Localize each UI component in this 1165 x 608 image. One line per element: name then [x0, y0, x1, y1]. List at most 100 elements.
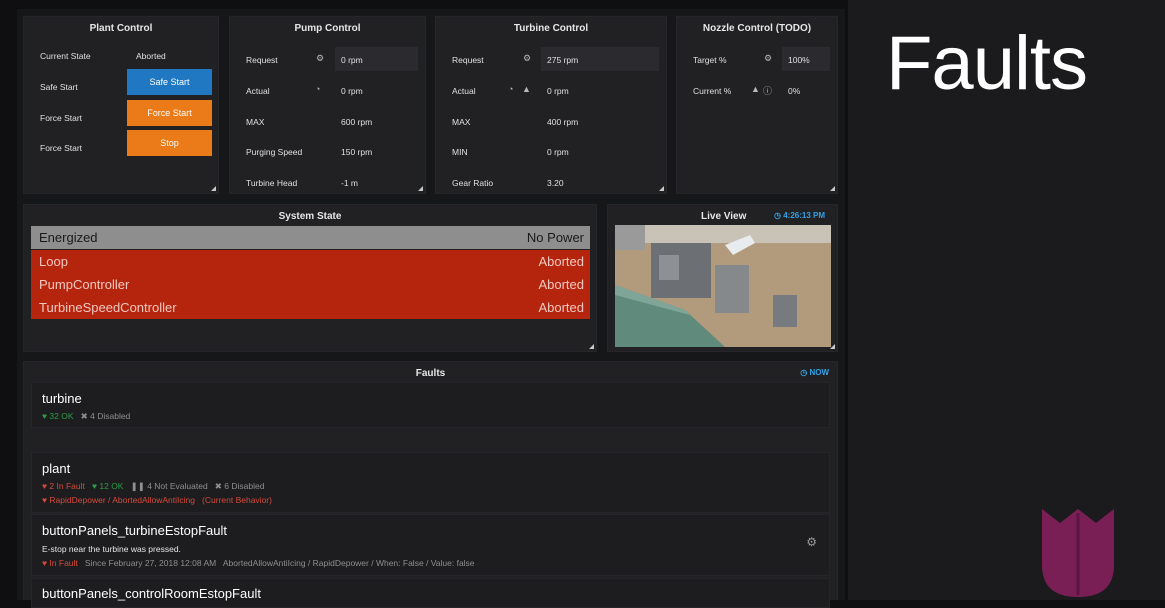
fault-group-summary: ♥ 2 In Fault ♥ 12 OK ❚❚ 4 Not Evaluated …	[42, 481, 265, 491]
fault-group-turbine[interactable]: turbine ♥ 32 OK ✖ 4 Disabled	[31, 382, 830, 428]
stop-button[interactable]: Stop	[127, 130, 212, 156]
panel-title: Plant Control	[89, 23, 153, 34]
fault-group-plant[interactable]: plant ♥ 2 In Fault ♥ 12 OK ❚❚ 4 Not Eval…	[31, 452, 830, 513]
heart-icon: ♥	[42, 558, 48, 568]
panel-title: Turbine Control	[513, 23, 589, 34]
state-row-turbine-speed-controller: TurbineSpeedController Aborted	[31, 296, 590, 319]
force-start-label: Force Start	[40, 113, 83, 123]
plant-control-panel: Plant Control Current State Aborted Safe…	[23, 16, 219, 194]
slide-title: Faults	[886, 21, 1088, 106]
pause-icon: ❚❚	[130, 481, 145, 491]
heart-icon: ♥	[91, 481, 97, 491]
gear-icon: ⚙	[523, 53, 532, 63]
pump-actual-row: Actual ◔ 0 rpm	[230, 78, 425, 102]
purging-speed-row: Purging Speed 150 rpm	[230, 139, 425, 163]
tulip-logo	[1042, 509, 1114, 597]
current-state-row: Current State Aborted	[24, 43, 218, 67]
refresh-now-indicator[interactable]: ◷ NOW	[800, 368, 829, 377]
fault-item-turbine-estop[interactable]: buttonPanels_turbineEstopFault E-stop ne…	[31, 514, 830, 576]
request-label: Request	[452, 55, 484, 65]
info-icon: ⓘ	[763, 86, 773, 96]
max-label: MAX	[246, 117, 265, 127]
nozzle-target-input[interactable]: 100%	[782, 47, 830, 71]
state-row-pump-controller: PumpController Aborted	[31, 273, 590, 296]
head-label: Turbine Head	[246, 178, 298, 188]
turbine-actual-row: Actual ◔ ▲ 0 rpm	[436, 78, 666, 102]
pump-request-row: Request ⚙ 0 rpm	[230, 47, 425, 71]
resize-handle[interactable]	[418, 186, 423, 191]
purging-label: Purging Speed	[246, 147, 303, 157]
warning-icon: ▲	[751, 84, 760, 94]
camera-feed-image[interactable]	[615, 225, 831, 347]
gear-icon: ⚙	[316, 53, 325, 63]
min-value: 0 rpm	[547, 147, 569, 157]
heart-icon: ♥	[42, 495, 48, 505]
resize-handle[interactable]	[589, 344, 594, 349]
max-label: MAX	[452, 117, 471, 127]
nozzle-control-panel: Nozzle Control (TODO) Target % ⚙ 100% Cu…	[676, 16, 838, 194]
gear-label: Gear Ratio	[452, 178, 494, 188]
fault-item-status: ♥ In Fault Since February 27, 2018 12:08…	[42, 558, 475, 568]
resize-handle[interactable]	[211, 186, 216, 191]
actual-value: 0 rpm	[547, 86, 569, 96]
panel-title: Nozzle Control (TODO)	[702, 23, 812, 34]
fault-group-behavior: ♥ RapidDepower / AbortedAllowAntiIcing (…	[42, 495, 272, 505]
pump-request-input[interactable]: 0 rpm	[335, 47, 418, 71]
turbine-request-input[interactable]: 275 rpm	[541, 47, 659, 71]
fault-group-name: plant	[42, 461, 71, 476]
min-label: MIN	[452, 147, 468, 157]
fault-group-name: turbine	[42, 391, 82, 406]
state-row-loop: Loop Aborted	[31, 250, 590, 273]
safe-start-button[interactable]: Safe Start	[127, 69, 212, 95]
gear-icon[interactable]: ⚙	[806, 535, 817, 549]
fault-item-name: buttonPanels_turbineEstopFault	[42, 523, 228, 538]
resize-handle[interactable]	[659, 186, 664, 191]
fault-item-control-room-estop[interactable]: buttonPanels_controlRoomEstopFault	[31, 578, 830, 608]
gauge-icon: ◔	[508, 84, 514, 94]
current-state-value: Aborted	[136, 51, 166, 61]
system-state-panel: System State Energized No Power Loop Abort…	[23, 204, 597, 352]
faults-panel: Faults ◷ NOW turbine ♥ 32 OK ✖ 4 Disable…	[23, 361, 838, 608]
turbine-max-row: MAX 400 rpm	[436, 109, 666, 133]
current-label: Current %	[693, 86, 732, 96]
actual-label: Actual	[246, 86, 270, 96]
nozzle-current-row: Current % ▲ ⓘ 0%	[677, 78, 837, 102]
force-stop-label: Force Start	[40, 143, 83, 153]
panel-title: System State	[278, 211, 342, 222]
gauge-icon: ◔	[315, 84, 321, 94]
live-view-panel: Live View ◷ 4:26:13 PM	[607, 204, 838, 352]
warning-icon: ▲	[522, 84, 531, 94]
target-label: Target %	[693, 55, 727, 65]
pump-max-row: MAX 600 rpm	[230, 109, 425, 133]
turbine-head-row: Turbine Head -1 m	[230, 170, 425, 194]
actual-value: 0 rpm	[341, 86, 363, 96]
gear-ratio-row: Gear Ratio 3.20	[436, 170, 666, 194]
pump-control-panel: Pump Control Request ⚙ 0 rpm Actual ◔ 0 …	[229, 16, 426, 194]
panel-title: Faults	[415, 368, 446, 379]
gear-value: 3.20	[547, 178, 564, 188]
x-icon: ✖	[80, 411, 88, 421]
x-icon: ✖	[214, 481, 222, 491]
actual-label: Actual	[452, 86, 476, 96]
heart-icon: ♥	[42, 481, 48, 491]
max-value: 600 rpm	[341, 117, 373, 127]
fault-group-summary: ♥ 32 OK ✖ 4 Disabled	[42, 411, 131, 421]
fault-item-name: buttonPanels_controlRoomEstopFault	[42, 586, 261, 601]
state-row-energized: Energized No Power	[31, 226, 590, 249]
fault-item-description: E-stop near the turbine was pressed.	[42, 544, 181, 554]
current-value: 0%	[788, 86, 801, 96]
heart-icon: ♥	[42, 411, 48, 421]
turbine-control-panel: Turbine Control Request ⚙ 275 rpm Actual…	[435, 16, 667, 194]
live-view-time: ◷ 4:26:13 PM	[774, 211, 825, 220]
panel-title: Pump Control	[294, 23, 361, 34]
head-value: -1 m	[341, 178, 358, 188]
resize-handle[interactable]	[830, 186, 835, 191]
turbine-min-row: MIN 0 rpm	[436, 139, 666, 163]
resize-handle[interactable]	[830, 344, 835, 349]
force-start-button[interactable]: Force Start	[127, 100, 212, 126]
max-value: 400 rpm	[547, 117, 579, 127]
request-label: Request	[246, 55, 278, 65]
dashboard: Plant Control Current State Aborted Safe…	[17, 9, 845, 608]
gear-icon: ⚙	[764, 53, 773, 63]
purging-value: 150 rpm	[341, 147, 373, 157]
